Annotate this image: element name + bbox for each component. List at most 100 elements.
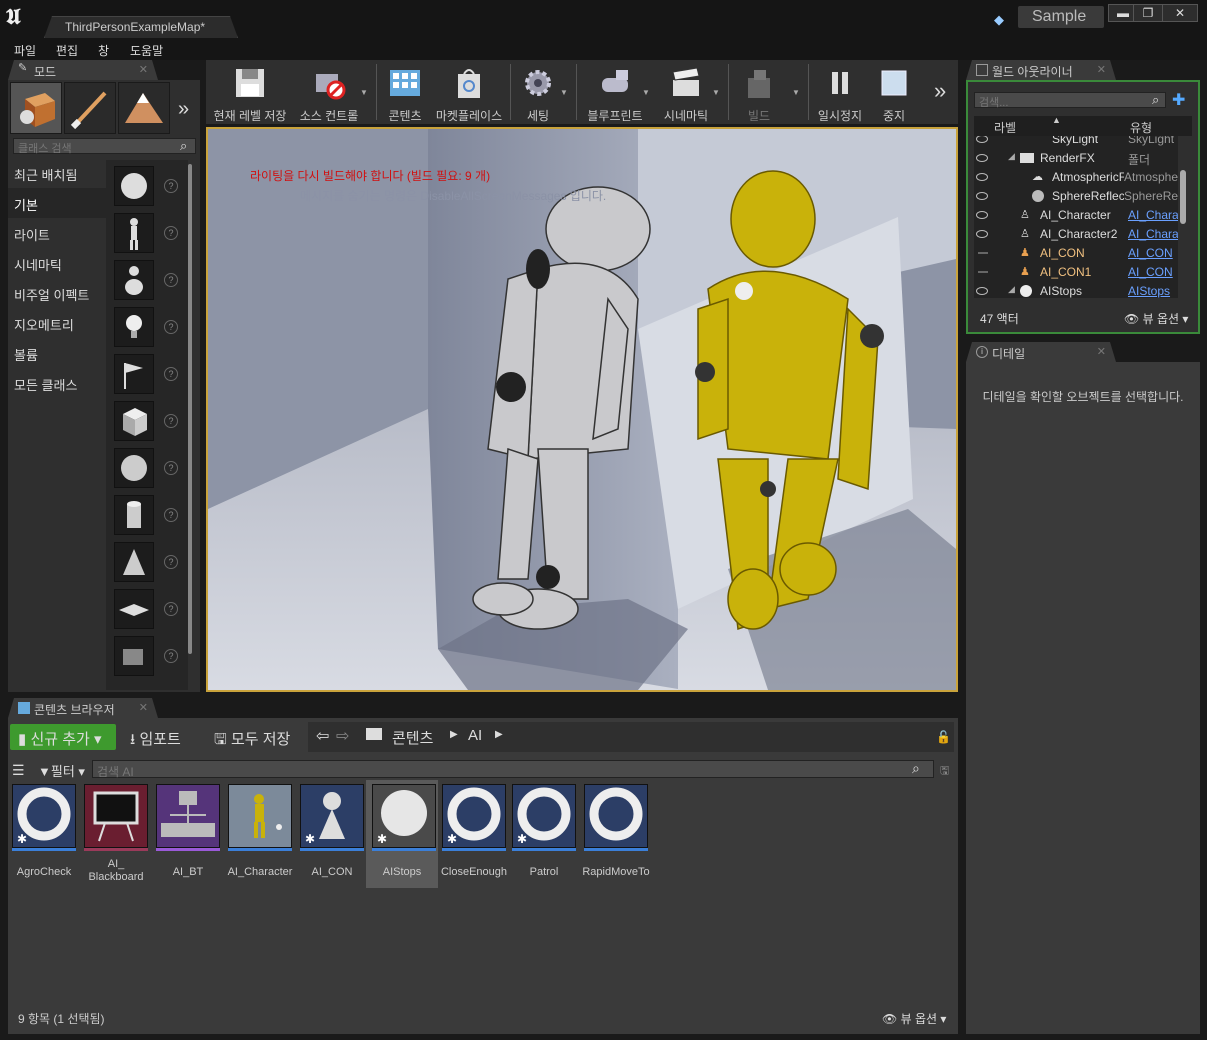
cinematics-button[interactable]: 시네마틱 xyxy=(658,60,714,123)
tab-content-browser[interactable]: 콘텐츠 브라우저 ✕ xyxy=(8,698,158,718)
dropdown-arrow-icon[interactable]: ▼ xyxy=(560,88,568,97)
paint-mode-button[interactable] xyxy=(64,82,116,134)
level-viewport[interactable]: 라이팅을 다시 빌드해야 합니다 (빌드 필요: 9 개) 메시지를 숨기는 명… xyxy=(206,127,958,692)
save-search-icon[interactable]: 🖫 xyxy=(940,762,949,781)
marketplace-button[interactable]: 마켓플레이스 xyxy=(434,60,504,123)
content-view-options[interactable]: 👁 뷰 옵션 ▾ xyxy=(882,1010,946,1027)
modes-scrollbar[interactable] xyxy=(188,164,192,654)
outliner-view-options[interactable]: 👁 뷰 옵션 ▾ xyxy=(1124,310,1188,327)
expand-arrow-icon[interactable]: ◢ xyxy=(1008,151,1015,162)
visibility-eye-icon[interactable] xyxy=(976,154,988,162)
toolbar-overflow-icon[interactable]: » xyxy=(934,78,946,104)
back-arrow-icon[interactable]: ⇦ xyxy=(316,726,329,746)
forward-arrow-icon[interactable]: ⇨ xyxy=(336,726,349,746)
visibility-eye-icon[interactable] xyxy=(976,211,988,219)
category-geometry[interactable]: 지오메트리 xyxy=(8,308,106,338)
dropdown-arrow-icon[interactable]: ▼ xyxy=(642,88,650,97)
dropdown-arrow-icon[interactable]: ▼ xyxy=(712,88,720,97)
hidden-eye-icon[interactable] xyxy=(978,252,988,254)
outliner-row[interactable]: ♟ AI_CON AI_CON xyxy=(974,244,1178,263)
category-cinematic[interactable]: 시네마틱 xyxy=(8,248,106,278)
pause-button[interactable]: 일시정지 xyxy=(814,60,866,123)
asset-tile-closeenough[interactable]: ✱ xyxy=(442,784,506,848)
visibility-eye-icon[interactable] xyxy=(976,136,988,143)
place-cylinder[interactable] xyxy=(114,495,154,535)
place-mode-button[interactable] xyxy=(10,82,62,134)
outliner-row[interactable]: ♙ AI_Character AI_Chara xyxy=(974,206,1178,225)
outliner-search-input[interactable]: 검색... xyxy=(974,92,1166,109)
category-basic[interactable]: 기본 xyxy=(8,188,106,218)
menu-edit[interactable]: 편집 xyxy=(56,42,78,59)
asset-tile-aistops[interactable]: ✱ xyxy=(372,784,436,848)
outliner-row[interactable]: ☁ AtmosphericF Atmosphe xyxy=(974,168,1178,187)
help-icon[interactable]: ? xyxy=(164,320,178,334)
source-control-button[interactable]: 소스 컨트롤 xyxy=(296,60,362,123)
column-type[interactable]: 유형 xyxy=(1130,119,1152,136)
column-label[interactable]: 라벨 xyxy=(994,119,1016,136)
asset-tile-patrol[interactable]: ✱ xyxy=(512,784,576,848)
help-icon[interactable]: ? xyxy=(164,367,178,381)
path-ai[interactable]: AI xyxy=(468,727,482,744)
outliner-scrollbar[interactable] xyxy=(1180,170,1186,224)
outliner-row[interactable]: SkyLight SkyLight xyxy=(974,136,1178,149)
asset-search-input[interactable]: 검색 AI xyxy=(92,760,934,779)
help-icon[interactable]: ? xyxy=(164,461,178,475)
place-point-light[interactable] xyxy=(114,307,154,347)
maximize-button[interactable]: ❐ xyxy=(1133,4,1163,22)
close-button[interactable]: ✕ xyxy=(1162,4,1198,22)
landscape-mode-button[interactable] xyxy=(118,82,170,134)
close-icon[interactable]: ✕ xyxy=(1097,63,1106,76)
category-visual-effects[interactable]: 비주얼 이펙트 xyxy=(8,278,106,308)
stop-button[interactable]: 중지 xyxy=(870,60,918,123)
class-search-input[interactable]: 클래스 검색 xyxy=(13,138,196,155)
menu-help[interactable]: 도움말 xyxy=(130,42,163,59)
asset-tile-ai-con[interactable]: ✱ xyxy=(300,784,364,848)
help-icon[interactable]: ? xyxy=(164,226,178,240)
hidden-eye-icon[interactable] xyxy=(978,271,988,273)
asset-tile-agrocheck[interactable]: ✱ xyxy=(12,784,76,848)
place-pawn[interactable] xyxy=(114,260,154,300)
path-content[interactable]: 콘텐츠 xyxy=(392,727,433,748)
asset-tile-ai-character[interactable] xyxy=(228,784,292,848)
close-icon[interactable]: ✕ xyxy=(139,701,148,714)
close-icon[interactable]: ✕ xyxy=(1097,345,1106,358)
tab-modes[interactable]: ✎ 모드 ✕ xyxy=(8,60,158,80)
tab-world-outliner[interactable]: 월드 아웃라이너 ✕ xyxy=(966,60,1116,80)
place-empty-actor[interactable] xyxy=(114,166,154,206)
import-button[interactable]: ⭳ 임포트 xyxy=(122,724,202,750)
place-cube[interactable] xyxy=(114,401,154,441)
help-icon[interactable]: ? xyxy=(164,602,178,616)
save-all-button[interactable]: 🖫 모두 저장 xyxy=(206,724,300,750)
add-new-button[interactable]: ▮ 신규 추가 ▾ xyxy=(10,724,116,750)
sources-toggle-icon[interactable]: ☰ xyxy=(12,762,25,779)
help-icon[interactable]: ? xyxy=(164,179,178,193)
filter-button[interactable]: ▼필터 ▾ xyxy=(38,761,85,780)
visibility-eye-icon[interactable] xyxy=(976,287,988,295)
place-cone[interactable] xyxy=(114,542,154,582)
help-icon[interactable]: ? xyxy=(164,508,178,522)
expand-arrow-icon[interactable]: ◢ xyxy=(1008,284,1015,295)
map-tab[interactable]: ThirdPersonExampleMap* xyxy=(44,16,238,38)
blueprints-button[interactable]: 블루프린트 xyxy=(582,60,648,123)
place-sphere[interactable] xyxy=(114,448,154,488)
outliner-row[interactable]: ♙ AI_Character2 AI_Chara xyxy=(974,225,1178,244)
dropdown-arrow-icon[interactable]: ▼ xyxy=(792,88,800,97)
visibility-eye-icon[interactable] xyxy=(976,173,988,181)
asset-tile-ai-bt[interactable] xyxy=(156,784,220,848)
visibility-eye-icon[interactable] xyxy=(976,230,988,238)
outliner-row[interactable]: ◢ AIStops AIStops xyxy=(974,282,1178,298)
help-icon[interactable]: ? xyxy=(164,414,178,428)
asset-tile-rapidmoveto[interactable] xyxy=(584,784,648,848)
asset-tile-ai-blackboard[interactable] xyxy=(84,784,148,848)
save-level-button[interactable]: 현재 레벨 저장 xyxy=(212,60,288,123)
category-recent[interactable]: 최근 배치됨 xyxy=(8,158,106,188)
dropdown-arrow-icon[interactable]: ▼ xyxy=(360,88,368,97)
outliner-row[interactable]: SphereReflect SphereRef xyxy=(974,187,1178,206)
help-icon[interactable]: ? xyxy=(164,649,178,663)
path-arrow-icon[interactable]: ▶ xyxy=(450,729,458,740)
help-icon[interactable]: ? xyxy=(164,273,178,287)
place-plane[interactable] xyxy=(114,589,154,629)
outliner-row[interactable]: ♟ AI_CON1 AI_CON xyxy=(974,263,1178,282)
more-modes-icon[interactable]: » xyxy=(178,98,189,121)
content-button[interactable]: 콘텐츠 xyxy=(382,60,428,123)
